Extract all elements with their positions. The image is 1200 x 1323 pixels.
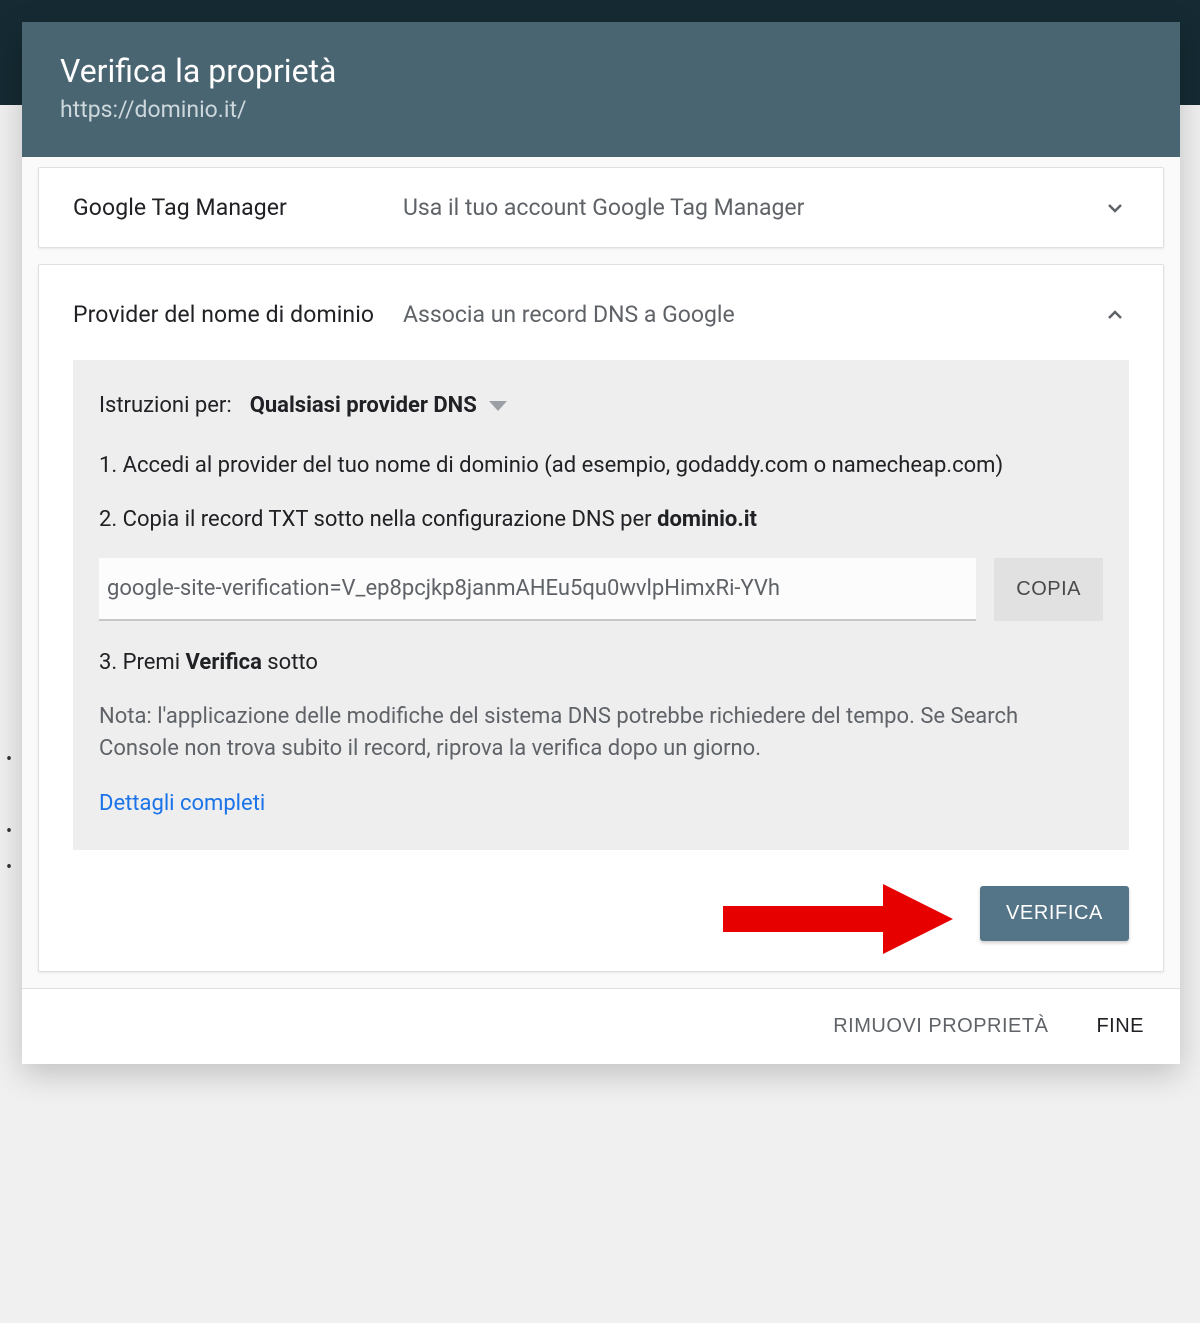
step-3: 3. Premi Verifica sotto xyxy=(99,647,1103,679)
method-gtm-header[interactable]: Google Tag Manager Usa il tuo account Go… xyxy=(39,168,1163,247)
method-gtm: Google Tag Manager Usa il tuo account Go… xyxy=(38,167,1164,248)
dialog-header: Verifica la proprietà https://dominio.it… xyxy=(22,22,1180,157)
dialog-body: Google Tag Manager Usa il tuo account Go… xyxy=(22,157,1180,988)
verify-ownership-dialog: Verifica la proprietà https://dominio.it… xyxy=(22,22,1180,1064)
dropdown-triangle-icon xyxy=(489,401,507,411)
full-details-link[interactable]: Dettagli completi xyxy=(99,788,1103,820)
dialog-subtitle: https://dominio.it/ xyxy=(60,96,1142,123)
dns-provider-dropdown[interactable]: Qualsiasi provider DNS xyxy=(250,390,507,422)
chevron-up-icon xyxy=(1101,301,1129,329)
txt-record-field[interactable] xyxy=(99,558,976,621)
remove-property-button[interactable]: RIMUOVI PROPRIETÀ xyxy=(833,1015,1048,1038)
dialog-title: Verifica la proprietà xyxy=(60,52,1142,90)
dialog-footer: RIMUOVI PROPRIETÀ FINE xyxy=(22,988,1180,1064)
method-gtm-name: Google Tag Manager xyxy=(73,192,403,223)
verify-button[interactable]: VERIFICA xyxy=(980,886,1129,941)
method-gtm-desc: Usa il tuo account Google Tag Manager xyxy=(403,194,1101,221)
dns-note: Nota: l'applicazione delle modifiche del… xyxy=(99,701,1103,765)
red-arrow-annotation xyxy=(723,884,963,954)
copy-button[interactable]: COPIA xyxy=(994,558,1103,621)
chevron-down-icon xyxy=(1101,194,1129,222)
dns-instructions: Istruzioni per: Qualsiasi provider DNS 1… xyxy=(73,360,1129,850)
method-dns-header[interactable]: Provider del nome di dominio Associa un … xyxy=(39,265,1163,360)
done-button[interactable]: FINE xyxy=(1096,1015,1144,1038)
method-dns-desc: Associa un record DNS a Google xyxy=(403,301,1101,328)
step-2: 2. Copia il record TXT sotto nella confi… xyxy=(99,504,1103,536)
instructions-for-label: Istruzioni per: xyxy=(99,390,232,422)
method-dns-name: Provider del nome di dominio xyxy=(73,299,403,330)
dns-provider-value: Qualsiasi provider DNS xyxy=(250,390,477,422)
method-dns: Provider del nome di dominio Associa un … xyxy=(38,264,1164,972)
step-1: 1. Accedi al provider del tuo nome di do… xyxy=(99,450,1103,482)
